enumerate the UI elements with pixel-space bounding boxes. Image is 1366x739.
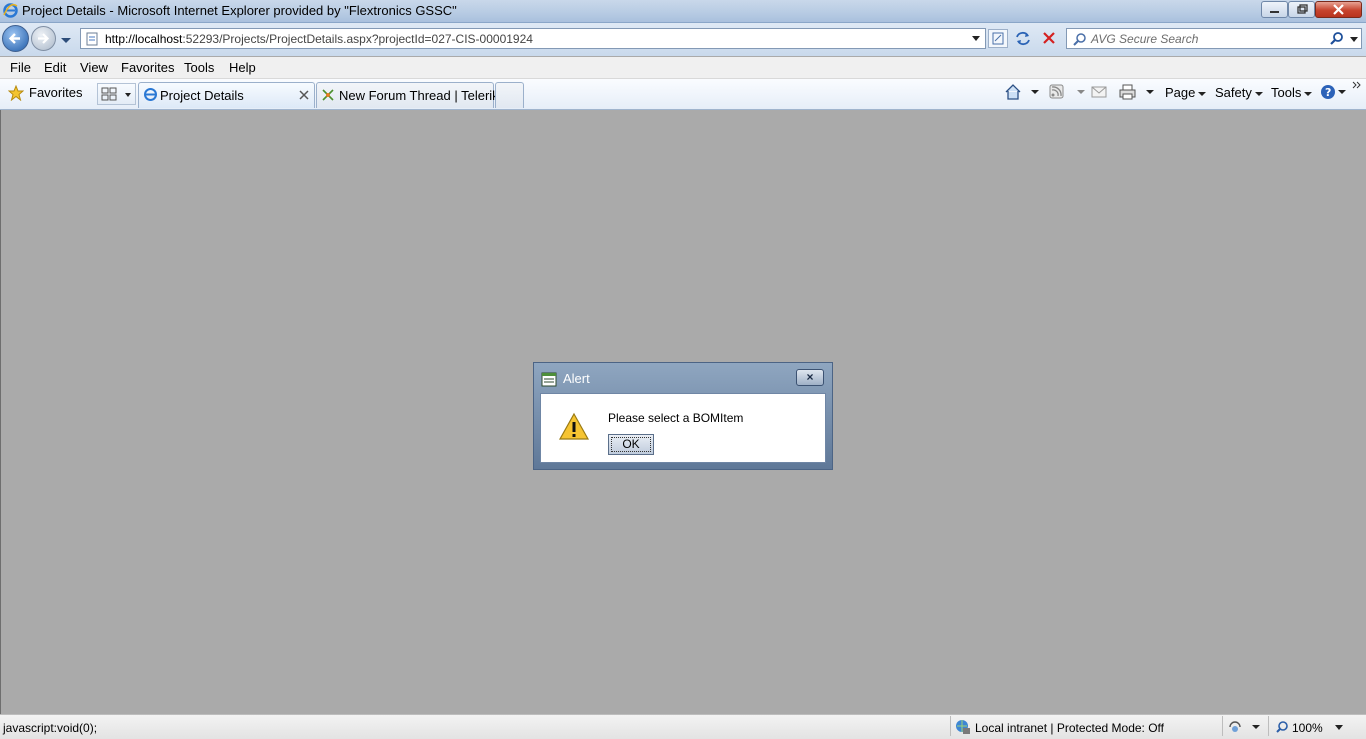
menu-tools[interactable]: Tools — [184, 60, 214, 75]
forward-button[interactable] — [31, 26, 56, 51]
status-bar: javascript:void(0); Local intranet | Pro… — [0, 714, 1366, 739]
chevron-down-icon — [1254, 91, 1263, 96]
favorites-label: Favorites — [29, 85, 83, 100]
ok-button[interactable]: OK — [608, 434, 654, 455]
minimize-button[interactable] — [1261, 1, 1288, 18]
dialog-close-button[interactable]: × — [796, 369, 824, 386]
stop-icon — [1043, 32, 1055, 44]
search-box[interactable]: AVG Secure Search — [1066, 28, 1362, 49]
security-zone-text: Local intranet | Protected Mode: Off — [975, 721, 1164, 735]
restore-icon — [1297, 4, 1308, 14]
ie-page-icon — [144, 88, 157, 101]
tab-new-forum-thread[interactable]: New Forum Thread | Telerik — [316, 82, 499, 108]
menu-file[interactable]: File — [10, 60, 31, 75]
stop-button[interactable] — [1038, 29, 1060, 48]
svg-text:?: ? — [1325, 86, 1331, 99]
search-icon[interactable] — [1329, 31, 1344, 46]
printer-icon — [1119, 84, 1154, 100]
menu-edit[interactable]: Edit — [44, 60, 66, 75]
safety-menu-button[interactable]: Safety — [1215, 85, 1263, 100]
status-separator — [1268, 716, 1269, 736]
tools-menu-label: Tools — [1271, 85, 1302, 100]
alert-dialog: Alert × Please select a BOMItem OK — [533, 362, 833, 470]
window-title: Project Details - Microsoft Internet Exp… — [22, 3, 457, 18]
search-placeholder: AVG Secure Search — [1091, 32, 1199, 46]
address-bar[interactable]: http://localhost:52293/Projects/ProjectD… — [80, 28, 986, 49]
search-provider-icon — [1073, 33, 1086, 46]
chevron-down-icon — [61, 38, 71, 43]
compatibility-view-button[interactable] — [988, 29, 1008, 48]
quick-tabs-icon — [101, 87, 131, 101]
mail-icon — [1091, 86, 1107, 98]
quick-tabs-button[interactable] — [97, 83, 136, 105]
menu-view[interactable]: View — [80, 60, 108, 75]
toolbar-overflow-button[interactable] — [1352, 80, 1362, 94]
chevron-down-icon — [1304, 91, 1313, 96]
favorites-star-icon — [8, 85, 24, 101]
home-button[interactable] — [1004, 83, 1042, 104]
refresh-icon — [1016, 31, 1030, 46]
status-separator — [1222, 716, 1223, 736]
menu-favorites[interactable]: Favorites — [121, 60, 174, 75]
close-icon — [1333, 4, 1344, 15]
tab-label: Project Details — [160, 88, 244, 103]
warning-icon — [558, 412, 590, 440]
tab-project-details[interactable]: Project Details — [138, 82, 315, 108]
status-text: javascript:void(0); — [3, 721, 98, 735]
help-button[interactable]: ? — [1320, 84, 1348, 103]
print-button[interactable] — [1118, 83, 1156, 104]
dialog-message: Please select a BOMItem — [608, 411, 744, 425]
page-menu-button[interactable]: Page — [1165, 85, 1207, 100]
rss-feed-icon — [1049, 84, 1085, 99]
recent-pages-dropdown[interactable] — [60, 34, 72, 48]
help-icon: ? — [1321, 85, 1346, 99]
dialog-title: Alert — [563, 371, 590, 386]
safety-menu-label: Safety — [1215, 85, 1252, 100]
back-button[interactable] — [2, 25, 29, 52]
refresh-button[interactable] — [1012, 29, 1034, 48]
protected-mode-icon[interactable] — [1228, 720, 1262, 734]
local-intranet-icon — [956, 720, 970, 734]
address-url: http://localhost:52293/Projects/ProjectD… — [105, 32, 533, 46]
forward-arrow-icon — [38, 33, 50, 44]
dialog-window-icon — [541, 372, 557, 387]
home-icon — [1005, 84, 1039, 100]
zoom-dropdown-icon[interactable] — [1334, 724, 1344, 731]
new-tab-button[interactable] — [495, 82, 524, 108]
compatibility-icon — [992, 32, 1004, 45]
read-mail-button[interactable] — [1090, 85, 1110, 102]
telerik-icon — [322, 89, 334, 101]
zoom-level[interactable]: 100% — [1292, 721, 1323, 735]
chevron-down-icon — [1198, 91, 1207, 96]
minimize-icon — [1270, 11, 1279, 13]
menu-help[interactable]: Help — [229, 60, 256, 75]
close-window-button[interactable] — [1315, 1, 1362, 18]
title-bar: Project Details - Microsoft Internet Exp… — [0, 0, 1366, 23]
status-separator — [950, 716, 951, 736]
zoom-icon — [1276, 721, 1288, 733]
address-dropdown-icon[interactable] — [971, 35, 981, 42]
ie-logo-icon — [3, 3, 18, 18]
close-icon: × — [806, 370, 814, 384]
tools-menu-button[interactable]: Tools — [1271, 85, 1313, 100]
restore-button[interactable] — [1288, 1, 1315, 18]
double-chevron-right-icon — [1352, 81, 1361, 89]
search-dropdown-icon[interactable] — [1349, 36, 1359, 43]
page-menu-label: Page — [1165, 85, 1196, 100]
tab-close-icon[interactable] — [299, 90, 309, 100]
tab-label: New Forum Thread | Telerik — [339, 88, 499, 103]
back-arrow-icon — [8, 33, 20, 44]
feeds-button[interactable] — [1048, 83, 1086, 104]
page-icon — [86, 32, 98, 46]
dialog-body: Please select a BOMItem OK — [540, 393, 826, 463]
